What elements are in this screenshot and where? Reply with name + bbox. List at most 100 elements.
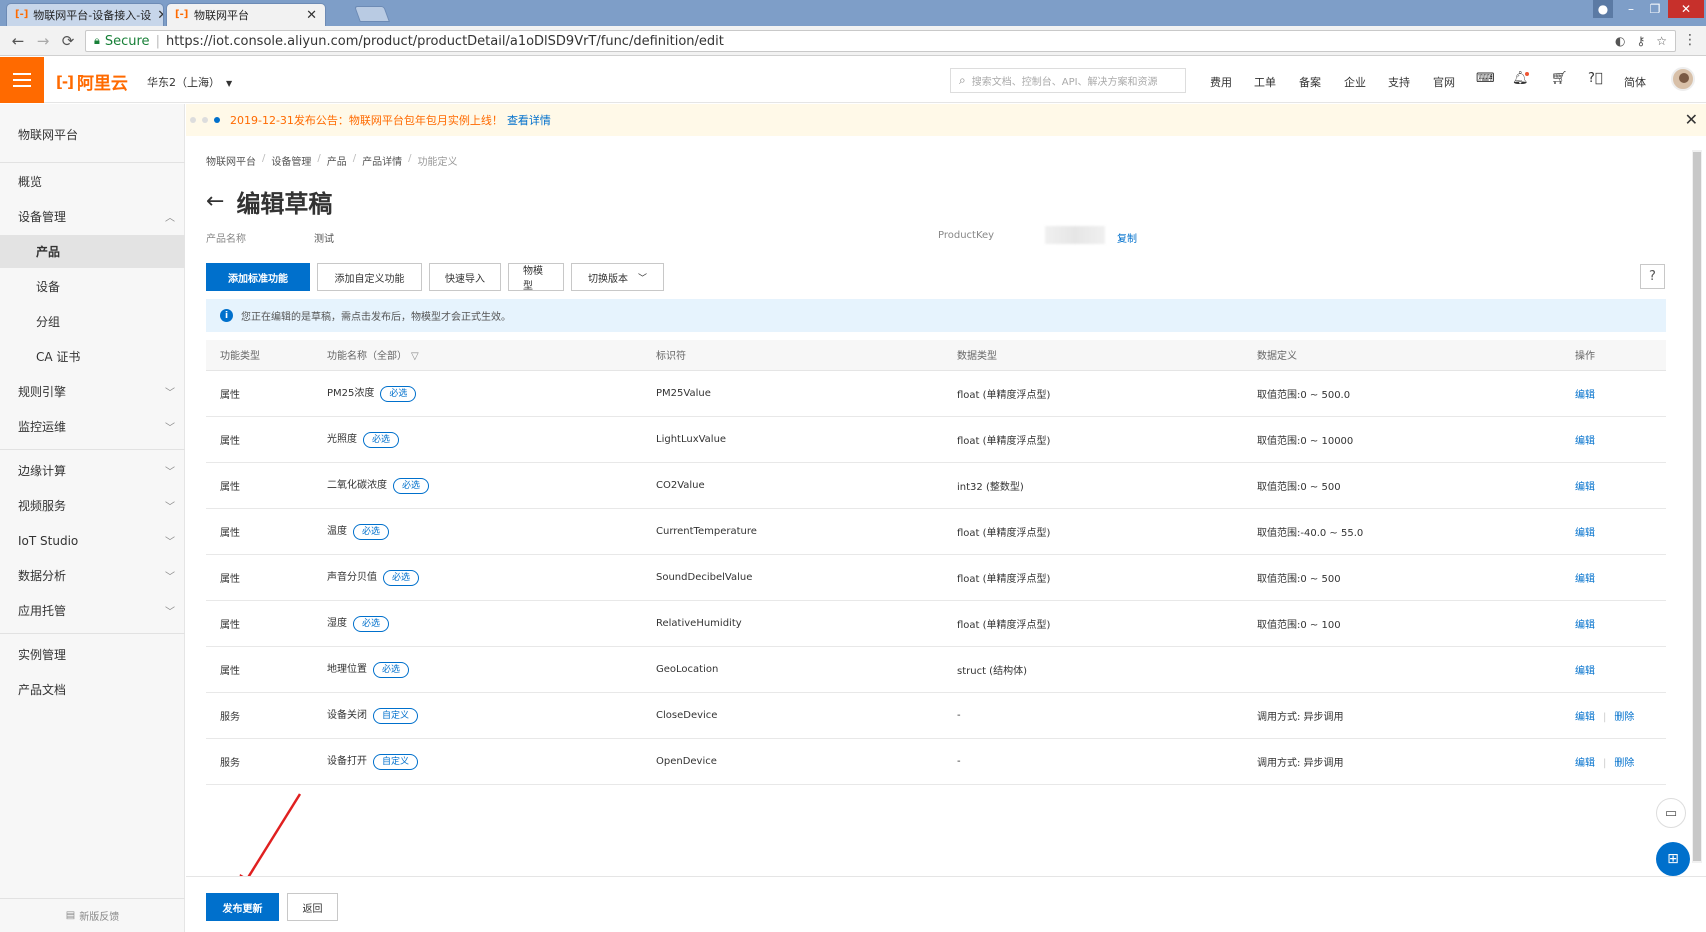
back-arrow-icon[interactable]: ←: [206, 189, 224, 214]
sidebar-item-device[interactable]: 设备: [0, 270, 185, 303]
col-header-name[interactable]: 功能名称（全部） ▽: [313, 340, 642, 371]
sidebar-item-product[interactable]: 产品: [0, 235, 185, 268]
publish-update-button[interactable]: 发布更新: [206, 893, 279, 921]
close-icon[interactable]: ✕: [1685, 110, 1698, 129]
console-search-input[interactable]: ⌕ 搜索文档、控制台、API、解决方案和资源: [950, 68, 1186, 93]
tab-close-icon[interactable]: ✕: [151, 8, 163, 23]
carousel-dot[interactable]: [202, 117, 208, 123]
site-settings-icon[interactable]: ◐: [1615, 34, 1625, 48]
cell-identifier: OpenDevice: [642, 738, 943, 785]
browser-profile-icon[interactable]: ●: [1593, 0, 1613, 18]
copy-product-key-link[interactable]: 复制: [1117, 230, 1137, 245]
user-avatar[interactable]: [1671, 67, 1695, 91]
console-top-nav: [-] 阿里云 华东2（上海） ▼ ⌕ 搜索文档、控制台、API、解决方案和资源 …: [0, 57, 1706, 103]
edit-link[interactable]: 编辑: [1575, 390, 1595, 401]
delete-link[interactable]: 删除: [1614, 758, 1634, 769]
language-switch[interactable]: 简体: [1624, 74, 1646, 90]
hamburger-menu-icon[interactable]: [0, 57, 44, 103]
nav-link-ticket[interactable]: 工单: [1254, 74, 1276, 90]
key-icon[interactable]: ⚷: [1636, 34, 1645, 48]
aliyun-logo[interactable]: [-] 阿里云: [56, 69, 128, 95]
edit-link[interactable]: 编辑: [1575, 574, 1595, 585]
carousel-dot-active[interactable]: [214, 117, 220, 123]
quick-import-button[interactable]: 快速导入: [429, 263, 501, 291]
sidebar-item-label: 规则引擎: [18, 385, 67, 399]
filter-icon[interactable]: ▽: [411, 351, 419, 362]
aliyun-logo-icon: [-]: [56, 72, 74, 91]
sidebar-item-monitoring[interactable]: 监控运维 ﹀: [0, 410, 185, 443]
tsl-model-button[interactable]: 物模型: [508, 263, 564, 292]
edit-link[interactable]: 编辑: [1575, 620, 1595, 631]
sidebar-feedback-button[interactable]: ▤ 新版反馈: [0, 898, 185, 932]
sidebar-item-overview[interactable]: 概览: [0, 165, 185, 198]
edit-link[interactable]: 编辑: [1575, 436, 1595, 447]
edit-link[interactable]: 编辑: [1575, 482, 1595, 493]
nav-link-enterprise[interactable]: 企业: [1344, 74, 1366, 90]
edit-link[interactable]: 编辑: [1575, 758, 1595, 769]
back-button[interactable]: ←: [9, 32, 27, 50]
chat-bubble-icon[interactable]: ▭: [1656, 798, 1686, 828]
cell-data-type: -: [943, 692, 1243, 739]
url-input[interactable]: 🔒︎ Secure | https://iot.console.aliyun.c…: [85, 30, 1676, 52]
forward-button[interactable]: →: [34, 32, 52, 50]
help-circle-icon[interactable]: ?⃝: [1588, 71, 1603, 86]
apps-grid-icon[interactable]: ⊞: [1656, 842, 1690, 876]
vertical-scrollbar[interactable]: [1692, 150, 1702, 863]
nav-link-official[interactable]: 官网: [1433, 74, 1455, 90]
sidebar-item-edge-computing[interactable]: 边缘计算 ﹀: [0, 454, 185, 487]
announcement-bar: 2019-12-31发布公告：物联网平台包年包月实例上线！ 查看详情 ✕: [186, 104, 1706, 136]
required-tag: 必选: [353, 524, 390, 540]
cell-name: 地理位置 必选: [313, 646, 642, 693]
breadcrumb-item[interactable]: 设备管理: [271, 153, 311, 168]
function-name: 二氧化碳浓度: [327, 480, 387, 491]
add-standard-function-button[interactable]: 添加标准功能: [206, 263, 310, 291]
carousel-dot[interactable]: [190, 117, 196, 123]
required-tag: 必选: [393, 478, 430, 494]
sidebar-item-group[interactable]: 分组: [0, 305, 185, 338]
sidebar-item-data-analysis[interactable]: 数据分析 ﹀: [0, 559, 185, 592]
switch-version-dropdown[interactable]: 切换版本 ﹀: [571, 263, 664, 291]
op-divider: |: [1603, 757, 1607, 769]
announcement-details-link[interactable]: 查看详情: [507, 112, 551, 128]
breadcrumb-item[interactable]: 物联网平台: [206, 153, 256, 168]
terminal-icon[interactable]: ⌨: [1476, 71, 1495, 86]
sidebar-item-device-management[interactable]: 设备管理 ︿: [0, 200, 185, 233]
edit-link[interactable]: 编辑: [1575, 666, 1595, 677]
new-tab-button[interactable]: [354, 6, 390, 22]
back-button[interactable]: 返回: [287, 893, 338, 921]
scrollbar-thumb[interactable]: [1693, 152, 1701, 861]
tab-close-icon[interactable]: ✕: [300, 8, 317, 23]
table-row: 属性 二氧化碳浓度 必选 CO2Value int32 (整数型) 取值范围:0 ~ 50…: [206, 462, 1666, 509]
sidebar-item-label: 数据分析: [18, 569, 67, 583]
edit-link[interactable]: 编辑: [1575, 712, 1595, 723]
window-restore-button[interactable]: ❐: [1644, 0, 1666, 18]
nav-link-support[interactable]: 支持: [1388, 74, 1410, 90]
browser-menu-icon[interactable]: ⋮: [1683, 32, 1697, 48]
reload-button[interactable]: ⟳: [59, 32, 77, 50]
region-selector[interactable]: 华东2（上海） ▼: [147, 74, 232, 90]
help-button[interactable]: ?: [1640, 264, 1665, 289]
bookmark-star-icon[interactable]: ☆: [1656, 34, 1667, 48]
sidebar-item-app-hosting[interactable]: 应用托管 ﹀: [0, 594, 185, 627]
nav-link-icp[interactable]: 备案: [1299, 74, 1321, 90]
edit-link[interactable]: 编辑: [1575, 528, 1595, 539]
window-close-button[interactable]: ✕: [1668, 0, 1704, 18]
browser-tab-2[interactable]: [-] 物联网平台 ✕: [166, 3, 326, 26]
sidebar-item-ca-cert[interactable]: CA 证书: [0, 340, 185, 373]
function-name: 湿度: [327, 618, 347, 629]
sidebar-item-iot-studio[interactable]: IoT Studio ﹀: [0, 524, 185, 557]
sidebar-item-rule-engine[interactable]: 规则引擎 ﹀: [0, 375, 185, 408]
cart-icon[interactable]: 🛒︎: [1551, 71, 1568, 86]
delete-link[interactable]: 删除: [1614, 712, 1634, 723]
breadcrumb-item[interactable]: 产品详情: [362, 153, 402, 168]
browser-tab-1[interactable]: [-] 物联网平台-设备接入-设 ✕: [6, 3, 164, 26]
window-minimize-button[interactable]: –: [1620, 0, 1642, 18]
nav-link-billing[interactable]: 费用: [1210, 74, 1232, 90]
breadcrumb-item[interactable]: 产品: [327, 153, 347, 168]
add-custom-function-button[interactable]: 添加自定义功能: [317, 263, 422, 291]
sidebar-item-product-docs[interactable]: 产品文档: [0, 673, 185, 706]
cell-identifier: GeoLocation: [642, 646, 943, 693]
sidebar-item-video[interactable]: 视频服务 ﹀: [0, 489, 185, 522]
function-name: 温度: [327, 526, 347, 537]
sidebar-item-instance-management[interactable]: 实例管理: [0, 638, 185, 671]
